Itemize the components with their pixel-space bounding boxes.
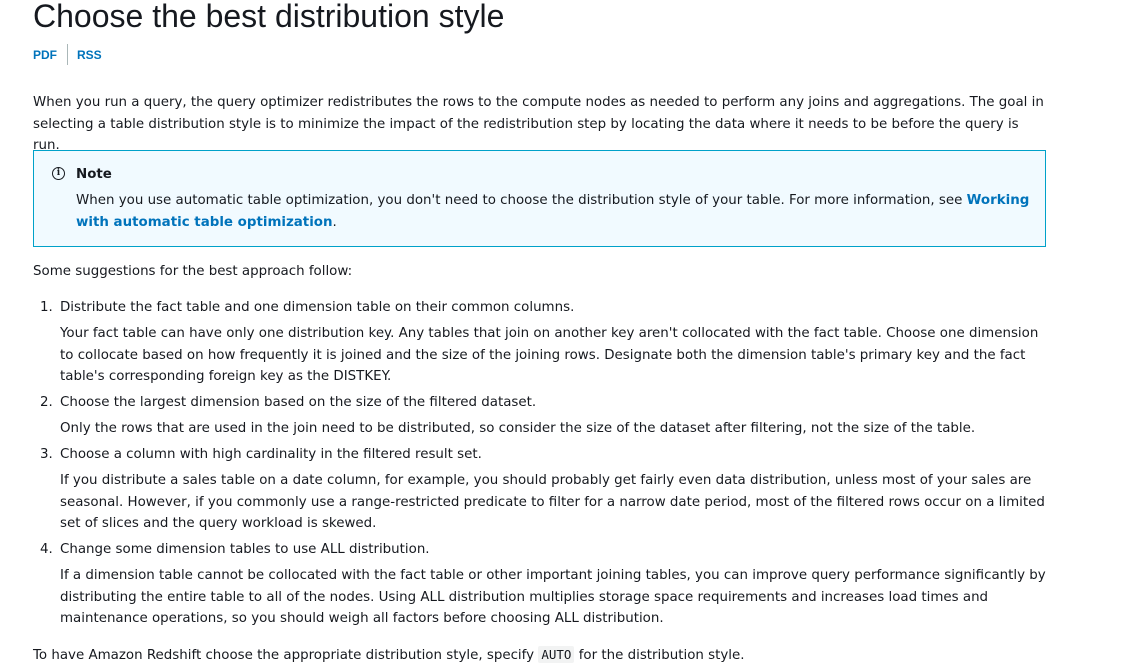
list-item-detail: If a dimension table cannot be collocate… xyxy=(60,568,1046,626)
note-text-end: . xyxy=(332,214,337,230)
list-item-number: 1. xyxy=(40,300,53,315)
rss-link[interactable]: RSS xyxy=(77,48,102,62)
list-item-detail: Only the rows that are used in the join … xyxy=(60,421,976,436)
suggestions-list: 1. Distribute the fact table and one dim… xyxy=(33,297,1046,634)
list-item-number: 4. xyxy=(40,542,53,557)
link-divider xyxy=(67,44,68,65)
list-item-detail: Your fact table can have only one distri… xyxy=(60,326,1039,384)
auto-code: AUTO xyxy=(538,646,575,663)
list-item-heading: Choose a column with high cardinality in… xyxy=(60,447,482,462)
list-item-number: 2. xyxy=(40,395,53,410)
footer-text: To have Amazon Redshift choose the appro… xyxy=(33,648,539,663)
list-item-detail: If you distribute a sales table on a dat… xyxy=(60,473,1045,531)
list-item: 1. Distribute the fact table and one dim… xyxy=(33,297,1046,388)
note-callout: i Note When you use automatic table opti… xyxy=(33,150,1046,247)
doc-links: PDF RSS xyxy=(33,44,102,65)
note-title: Note xyxy=(76,167,112,182)
footer-text-end: for the distribution style. xyxy=(574,648,745,663)
list-item-heading: Distribute the fact table and one dimens… xyxy=(60,300,575,315)
intro-paragraph: When you run a query, the query optimize… xyxy=(33,95,1044,153)
page-title: Choose the best distribution style xyxy=(33,0,505,34)
list-item: 2. Choose the largest dimension based on… xyxy=(33,392,1046,440)
note-body: When you use automatic table optimizatio… xyxy=(76,190,1036,233)
list-item-number: 3. xyxy=(40,447,53,462)
footer-paragraph: To have Amazon Redshift choose the appro… xyxy=(33,644,745,663)
list-item-heading: Change some dimension tables to use ALL … xyxy=(60,542,430,557)
pdf-link[interactable]: PDF xyxy=(33,48,57,62)
list-item-heading: Choose the largest dimension based on th… xyxy=(60,395,537,410)
suggestions-intro: Some suggestions for the best approach f… xyxy=(33,264,353,279)
info-icon: i xyxy=(52,167,65,180)
list-item: 4. Change some dimension tables to use A… xyxy=(33,539,1046,630)
list-item: 3. Choose a column with high cardinality… xyxy=(33,444,1046,535)
note-text: When you use automatic table optimizatio… xyxy=(76,193,967,208)
